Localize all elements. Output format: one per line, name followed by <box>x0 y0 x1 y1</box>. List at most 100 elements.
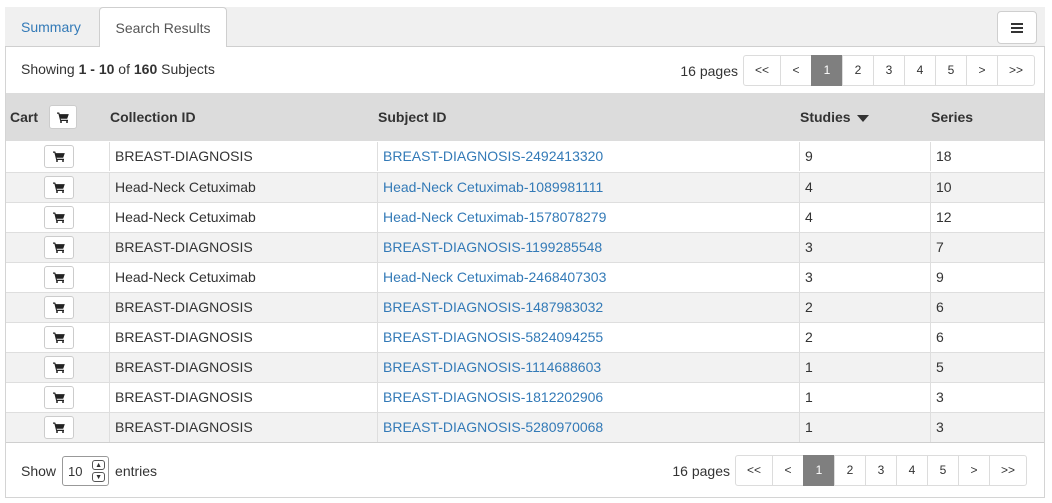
subject-id-link[interactable]: Head-Neck Cetuximab-2468407303 <box>383 269 606 285</box>
shopping-cart-icon <box>53 392 65 403</box>
series-cell: 5 <box>930 353 1044 382</box>
header-cart: Cart <box>10 109 39 125</box>
summary-suffix: Subjects <box>161 61 215 77</box>
studies-cell: 1 <box>799 353 930 382</box>
cart-cell <box>6 293 109 322</box>
subject-id-cell: Head-Neck Cetuximab-2468407303 <box>377 263 799 292</box>
header-collection-id[interactable]: Collection ID <box>110 93 196 141</box>
shopping-cart-icon <box>53 302 65 313</box>
menu-button[interactable] <box>997 11 1037 44</box>
shopping-cart-icon <box>53 272 65 283</box>
subject-id-link[interactable]: Head-Neck Cetuximab-1089981111 <box>383 179 603 195</box>
studies-cell: 2 <box>799 293 930 322</box>
header-studies[interactable]: Studies <box>800 93 869 141</box>
subject-id-cell: BREAST-DIAGNOSIS-5280970068 <box>377 413 799 442</box>
shopping-cart-icon <box>53 332 65 343</box>
shopping-cart-icon <box>53 422 65 433</box>
shopping-cart-icon <box>53 212 65 223</box>
show-entries-control: Show 10 ▲ ▼ entries <box>21 456 157 486</box>
page-3-button-bottom[interactable]: 3 <box>865 455 897 486</box>
table-row: BREAST-DIAGNOSIS BREAST-DIAGNOSIS-5280970… <box>6 412 1044 442</box>
collection-id-cell: Head-Neck Cetuximab <box>109 203 377 232</box>
add-all-to-cart-button[interactable] <box>49 105 77 129</box>
header-studies-label: Studies <box>800 109 851 125</box>
add-to-cart-button[interactable] <box>44 386 74 409</box>
pages-count-label: 16 pages <box>680 62 738 79</box>
subject-id-link[interactable]: BREAST-DIAGNOSIS-2492413320 <box>383 148 603 164</box>
last-page-button-bottom[interactable]: >> <box>989 455 1027 486</box>
summary-prefix: Showing <box>21 61 75 77</box>
entries-spinner[interactable]: ▲ ▼ <box>92 460 106 482</box>
pagination-top: 16 pages << < 1 2 3 4 5 > >> <box>680 55 1035 86</box>
shopping-cart-icon <box>53 362 65 373</box>
subject-id-link[interactable]: BREAST-DIAGNOSIS-1487983032 <box>383 299 603 315</box>
results-summary: Showing 1 - 10 of 160 Subjects <box>21 61 215 77</box>
add-to-cart-button[interactable] <box>44 356 74 379</box>
add-to-cart-button[interactable] <box>44 296 74 319</box>
subject-id-cell: BREAST-DIAGNOSIS-5824094255 <box>377 323 799 352</box>
first-page-button-bottom[interactable]: << <box>735 455 773 486</box>
subject-id-cell: Head-Neck Cetuximab-1578078279 <box>377 203 799 232</box>
collection-id-cell: Head-Neck Cetuximab <box>109 263 377 292</box>
add-to-cart-button[interactable] <box>44 176 74 199</box>
cart-cell <box>6 353 109 382</box>
page-3-button[interactable]: 3 <box>873 55 905 86</box>
last-page-button[interactable]: >> <box>997 55 1035 86</box>
subject-id-link[interactable]: BREAST-DIAGNOSIS-5280970068 <box>383 419 603 435</box>
subject-id-link[interactable]: BREAST-DIAGNOSIS-1114688603 <box>383 359 601 375</box>
cart-cell <box>6 383 109 412</box>
table-row: Head-Neck Cetuximab Head-Neck Cetuximab-1… <box>6 172 1044 202</box>
header-series[interactable]: Series <box>931 93 973 141</box>
table-row: Head-Neck Cetuximab Head-Neck Cetuximab-2… <box>6 262 1044 292</box>
sort-descending-icon <box>856 114 869 122</box>
next-page-button-bottom[interactable]: > <box>958 455 990 486</box>
page-4-button-bottom[interactable]: 4 <box>896 455 928 486</box>
subject-id-link[interactable]: BREAST-DIAGNOSIS-5824094255 <box>383 329 603 345</box>
entries-value: 10 <box>68 463 83 479</box>
subject-id-link[interactable]: BREAST-DIAGNOSIS-1812202906 <box>383 389 603 405</box>
first-page-button[interactable]: << <box>743 55 781 86</box>
page-5-button[interactable]: 5 <box>935 55 967 86</box>
header-subject-id[interactable]: Subject ID <box>378 93 446 141</box>
cart-cell <box>6 203 109 232</box>
series-cell: 12 <box>930 203 1044 232</box>
cart-cell <box>6 413 109 442</box>
collection-id-cell: BREAST-DIAGNOSIS <box>109 142 377 171</box>
page-4-button[interactable]: 4 <box>904 55 936 86</box>
tab-search-results[interactable]: Search Results <box>99 7 227 48</box>
subject-id-link[interactable]: BREAST-DIAGNOSIS-1199285548 <box>383 239 602 255</box>
series-cell: 3 <box>930 383 1044 412</box>
page-1-button[interactable]: 1 <box>811 55 843 86</box>
add-to-cart-button[interactable] <box>44 326 74 349</box>
tab-summary[interactable]: Summary <box>5 7 97 47</box>
add-to-cart-button[interactable] <box>44 145 74 168</box>
add-to-cart-button[interactable] <box>44 416 74 439</box>
collection-id-cell: BREAST-DIAGNOSIS <box>109 323 377 352</box>
page-5-button-bottom[interactable]: 5 <box>927 455 959 486</box>
subject-id-cell: BREAST-DIAGNOSIS-1487983032 <box>377 293 799 322</box>
page-2-button-bottom[interactable]: 2 <box>834 455 866 486</box>
add-to-cart-button[interactable] <box>44 266 74 289</box>
subject-id-cell: Head-Neck Cetuximab-1089981111 <box>377 173 799 202</box>
collection-id-cell: BREAST-DIAGNOSIS <box>109 293 377 322</box>
studies-cell: 4 <box>799 203 930 232</box>
series-cell: 18 <box>930 142 1044 171</box>
series-cell: 6 <box>930 293 1044 322</box>
subject-id-cell: BREAST-DIAGNOSIS-1812202906 <box>377 383 799 412</box>
add-to-cart-button[interactable] <box>44 236 74 259</box>
subject-id-link[interactable]: Head-Neck Cetuximab-1578078279 <box>383 209 606 225</box>
page-2-button[interactable]: 2 <box>842 55 874 86</box>
spin-down-icon[interactable]: ▼ <box>92 472 106 482</box>
spin-up-icon[interactable]: ▲ <box>92 460 106 470</box>
prev-page-button-bottom[interactable]: < <box>772 455 804 486</box>
studies-cell: 3 <box>799 233 930 262</box>
table-bottom-divider <box>6 442 1044 443</box>
studies-cell: 2 <box>799 323 930 352</box>
collection-id-cell: BREAST-DIAGNOSIS <box>109 353 377 382</box>
prev-page-button[interactable]: < <box>780 55 812 86</box>
page-1-button-bottom[interactable]: 1 <box>803 455 835 486</box>
add-to-cart-button[interactable] <box>44 206 74 229</box>
next-page-button[interactable]: > <box>966 55 998 86</box>
entries-per-page-input[interactable]: 10 ▲ ▼ <box>62 456 110 486</box>
tab-bar: Summary Search Results <box>5 7 1045 48</box>
